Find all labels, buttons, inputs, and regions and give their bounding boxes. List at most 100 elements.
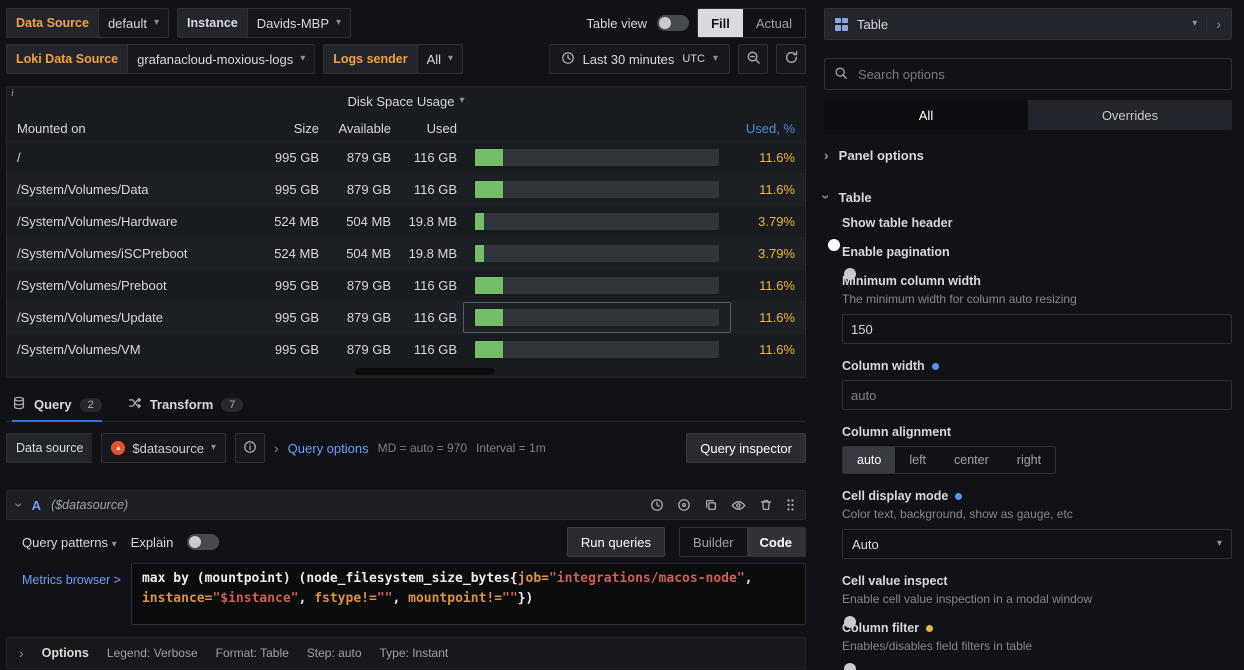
cell-used-percent: 11.6%	[731, 342, 805, 357]
table-view-toggle[interactable]	[657, 15, 689, 31]
modified-indicator-dot	[932, 363, 939, 370]
explain-label: Explain	[131, 535, 174, 550]
zoom-out-time-button[interactable]	[738, 44, 768, 74]
chevron-right-icon: ›	[274, 441, 279, 455]
tab-all[interactable]: All	[824, 100, 1028, 130]
variable-value-dropdown[interactable]: default ▾	[98, 8, 169, 38]
collapse-query-icon[interactable]: ›	[12, 503, 26, 508]
options-filter-tabs: All Overrides	[824, 100, 1232, 130]
cell-used: 19.8 MB	[397, 214, 463, 229]
panel-title-menu[interactable]: Disk Space Usage ▾	[7, 87, 805, 115]
gauge-fill	[475, 245, 484, 262]
editor-mode-code[interactable]: Code	[747, 528, 806, 556]
time-range-picker[interactable]: Last 30 minutes UTC ▾	[549, 44, 730, 74]
cell-usage-gauge	[463, 270, 731, 301]
visualization-picker[interactable]: Table ▾ ›	[824, 8, 1232, 40]
column-header-available[interactable]: Available	[325, 121, 397, 136]
query-datasource-hint: ($datasource)	[51, 498, 128, 512]
table-row: /System/Volumes/Data 995 GB 879 GB 116 G…	[7, 173, 805, 205]
datasource-picker[interactable]: ▲ $datasource ▾	[101, 433, 226, 463]
variable-value-dropdown[interactable]: grafanacloud-moxious-logs ▾	[127, 44, 315, 74]
variable-logs-sender: Logs sender All ▾	[323, 44, 463, 74]
datasource-help-button[interactable]	[235, 433, 265, 463]
run-queries-button[interactable]: Run queries	[567, 527, 665, 557]
minimum-column-width-input[interactable]	[842, 314, 1232, 344]
horizontal-scrollbar-thumb[interactable]	[355, 368, 495, 375]
section-table[interactable]: › Table	[824, 180, 1232, 214]
duplicate-query-icon[interactable]	[704, 498, 718, 512]
column-header-mounted-on[interactable]: Mounted on	[7, 121, 241, 136]
toggle-knob	[844, 663, 856, 670]
cell-usage-gauge	[463, 206, 731, 237]
tab-query[interactable]: Query 2	[12, 388, 102, 421]
tab-overrides[interactable]: Overrides	[1028, 100, 1232, 130]
panel-info-icon[interactable]: i	[11, 88, 14, 99]
variable-label: Data Source	[6, 8, 98, 38]
grafana-panel-editor: Data Source default ▾ Instance Davids-MB…	[0, 0, 1244, 670]
metrics-browser-button[interactable]: Metrics browser >	[6, 563, 121, 625]
query-patterns-dropdown[interactable]: Query patterns ▾	[22, 535, 117, 550]
options-search-input[interactable]	[856, 66, 1222, 83]
zoom-out-icon	[746, 50, 761, 68]
tab-transform[interactable]: Transform 7	[128, 388, 244, 421]
query-row-header[interactable]: › A ($datasource)	[6, 490, 806, 520]
column-header-size[interactable]: Size	[241, 121, 325, 136]
query-options-interval: Interval = 1m	[476, 441, 546, 455]
caret-down-icon: ▾	[1217, 539, 1222, 549]
cell-used-percent: 11.6%	[731, 278, 805, 293]
table-view-label: Table view	[586, 16, 647, 31]
disk-space-usage-panel: i Disk Space Usage ▾ Mounted on Size Ava…	[6, 86, 806, 378]
caret-down-icon: ▾	[300, 54, 305, 64]
variable-instance: Instance Davids-MBP ▾	[177, 8, 351, 38]
alignment-right[interactable]: right	[1003, 447, 1055, 473]
cell-display-mode-select[interactable]: Auto ▾	[842, 529, 1232, 559]
column-header-used-percent[interactable]: Used, %	[731, 121, 805, 136]
toggle-knob	[189, 536, 201, 548]
query-options-bar[interactable]: › Options Legend: Verbose Format: Table …	[6, 637, 806, 669]
option-label: Column alignment	[842, 425, 1232, 439]
variable-label: Logs sender	[323, 44, 416, 74]
gauge-track	[475, 277, 719, 294]
option-description: Color text, background, show as gauge, e…	[842, 507, 1232, 521]
gauge-track	[475, 341, 719, 358]
cell-used: 116 GB	[397, 278, 463, 293]
options-search-box[interactable]	[824, 58, 1232, 90]
refresh-button[interactable]	[776, 44, 806, 74]
delete-query-icon[interactable]	[759, 498, 773, 512]
column-header-used[interactable]: Used	[397, 121, 463, 136]
alignment-left[interactable]: left	[895, 447, 940, 473]
cell-used: 116 GB	[397, 310, 463, 325]
gauge-fill	[475, 309, 503, 326]
chevron-right-icon: ›	[824, 148, 829, 162]
variable-value-dropdown[interactable]: Davids-MBP ▾	[247, 8, 351, 38]
option-label: Enable pagination	[842, 245, 1232, 259]
override-indicator-dot	[926, 625, 933, 632]
variable-value-dropdown[interactable]: All ▾	[417, 44, 463, 74]
promql-code-editor[interactable]: max by (mountpoint) (node_filesystem_siz…	[131, 563, 806, 625]
alignment-auto[interactable]: auto	[843, 447, 895, 473]
clock-icon	[561, 51, 575, 68]
query-options-toggle[interactable]: Query options	[288, 441, 369, 456]
cell-used: 116 GB	[397, 182, 463, 197]
column-width-input[interactable]	[842, 380, 1232, 410]
toggle-visibility-icon[interactable]	[731, 498, 746, 513]
size-mode-fill[interactable]: Fill	[698, 9, 743, 37]
size-mode-actual[interactable]: Actual	[743, 9, 805, 37]
section-panel-options[interactable]: › Panel options	[824, 138, 1232, 172]
table-row: / 995 GB 879 GB 116 GB 11.6%	[7, 141, 805, 173]
query-stats-icon[interactable]	[677, 498, 691, 512]
drag-handle-icon[interactable]	[786, 498, 795, 512]
option-description: The minimum width for column auto resizi…	[842, 292, 1232, 306]
option-label: Minimum column width	[842, 274, 1232, 288]
editor-mode-builder[interactable]: Builder	[680, 528, 746, 556]
query-history-icon[interactable]	[650, 498, 664, 512]
alignment-center[interactable]: center	[940, 447, 1003, 473]
query-inspector-button[interactable]: Query inspector	[686, 433, 806, 463]
query-ref-id: A	[32, 498, 41, 513]
collapse-pane-icon[interactable]: ›	[1216, 17, 1221, 31]
explain-toggle[interactable]	[187, 534, 219, 550]
gauge-track	[475, 149, 719, 166]
caret-down-icon: ▾	[1192, 19, 1197, 29]
toggle-knob	[844, 268, 856, 280]
table-row: /System/Volumes/VM 995 GB 879 GB 116 GB …	[7, 333, 805, 365]
